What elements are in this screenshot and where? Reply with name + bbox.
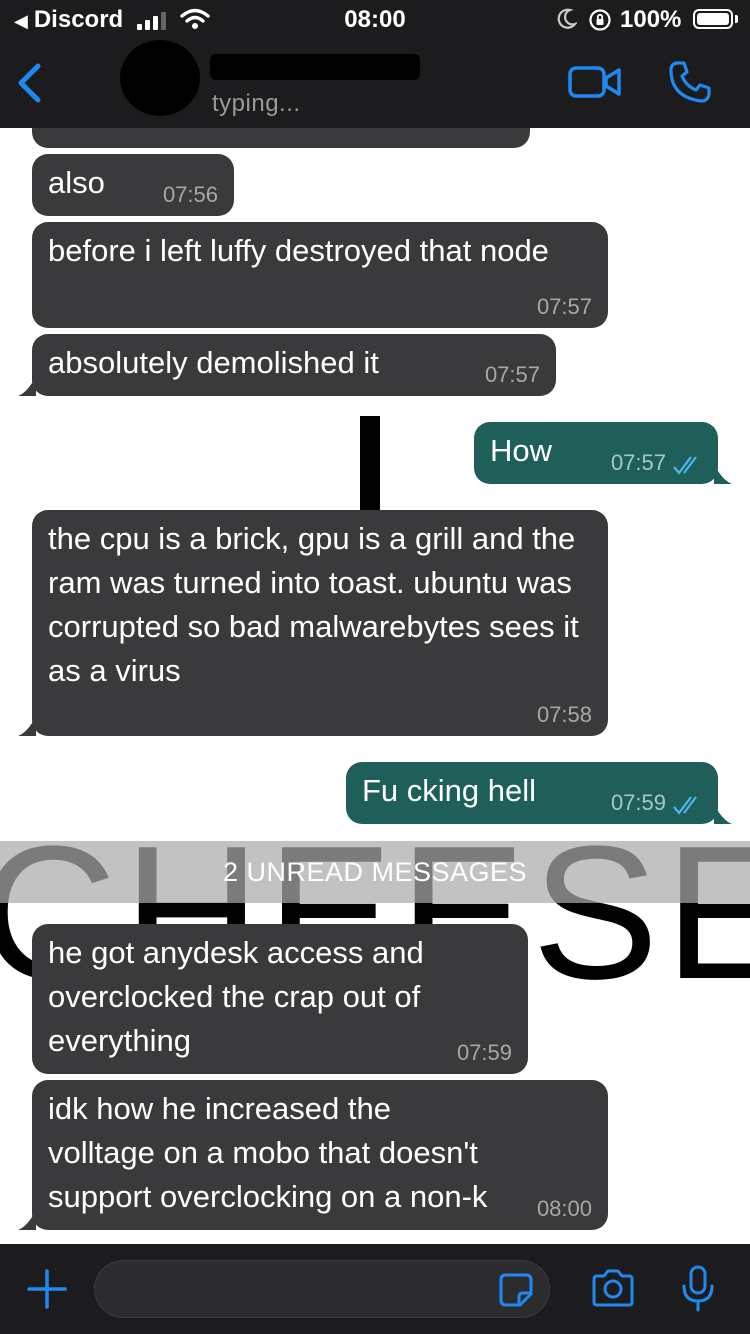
message-time: 07:58 (536, 702, 592, 727)
message-time: 07:57 (610, 450, 666, 475)
chevron-left-icon[interactable] (14, 62, 44, 104)
bubble-tail (18, 716, 36, 736)
phone-icon[interactable] (668, 60, 712, 104)
unread-messages-banner: 2 UNREAD MESSAGES (0, 841, 750, 903)
bubble-tail (714, 464, 732, 484)
bubble-tail (18, 376, 36, 396)
message-time: 07:59 (456, 1040, 512, 1065)
battery-nub (735, 15, 738, 23)
message-time: 08:00 (536, 1196, 592, 1221)
do-not-disturb-moon-icon (557, 8, 577, 29)
chat-area[interactable]: CHEESE also 07:56 before i left luffy de… (0, 128, 750, 1244)
contact-avatar[interactable] (120, 40, 200, 116)
message-bubble-in[interactable]: also 07:56 (32, 154, 234, 216)
message-text: absolutely demolished it (48, 345, 379, 380)
message-bubble-out[interactable]: Fu cking hell 07:59 (346, 762, 732, 824)
message-time: 07:56 (162, 182, 218, 207)
battery-icon (693, 9, 733, 29)
message-text: he got anydesk access and overclocked th… (48, 935, 424, 1058)
message-time: 07:57 (484, 362, 540, 387)
message-time: 07:59 (610, 790, 666, 815)
message-bubble-in[interactable]: before i left luffy destroyed that node … (32, 222, 608, 328)
partial-message-bubble[interactable] (32, 128, 530, 148)
status-bar: ◀ Discord 08:00 100% (0, 0, 750, 40)
message-bubble-in[interactable]: the cpu is a brick, gpu is a grill and t… (18, 510, 608, 736)
rotation-lock-icon (589, 9, 611, 31)
plus-icon[interactable] (26, 1268, 68, 1310)
top-bar: ◀ Discord 08:00 100% typing... (0, 0, 750, 128)
message-bubble-out[interactable]: How 07:57 (474, 422, 732, 484)
message-bubble-in[interactable]: absolutely demolished it 07:57 (18, 334, 556, 396)
read-receipt-icon (673, 796, 697, 815)
contact-name-redacted[interactable] (210, 54, 420, 80)
battery-percentage: 100% (620, 6, 682, 33)
message-text: How (490, 433, 553, 468)
message-input-bar (0, 1244, 750, 1334)
video-camera-icon[interactable] (568, 64, 622, 100)
message-bubble-in[interactable]: idk how he increased the volltage on a m… (18, 1080, 608, 1244)
read-receipt-icon (673, 456, 697, 475)
microphone-icon[interactable] (680, 1264, 716, 1314)
bubble-tail (18, 1210, 36, 1230)
message-text: the cpu is a brick, gpu is a grill and t… (48, 521, 579, 688)
message-text: before i left luffy destroyed that node (48, 233, 549, 268)
message-text: idk how he increased the volltage on a m… (48, 1091, 488, 1244)
contact-status: typing... (212, 90, 301, 117)
message-time: 07:57 (536, 294, 592, 319)
bubble-tail (714, 804, 732, 824)
message-bubble-in[interactable]: he got anydesk access and overclocked th… (32, 924, 528, 1074)
sticker-icon[interactable] (498, 1272, 534, 1308)
camera-icon[interactable] (590, 1268, 636, 1308)
message-input[interactable] (94, 1260, 550, 1318)
